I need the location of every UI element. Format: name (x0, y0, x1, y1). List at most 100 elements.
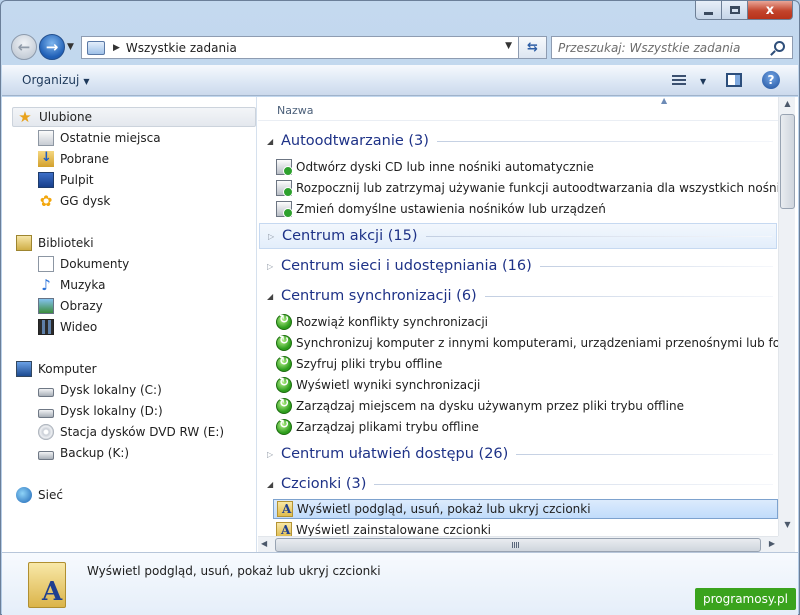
nav-videos[interactable]: Wideo (38, 317, 256, 337)
autoplay-icon (276, 201, 293, 218)
nav-downloads[interactable]: Pobrane (38, 149, 256, 169)
nav-drive-e[interactable]: Stacja dysków DVD RW (E:) (38, 422, 256, 442)
task-item[interactable]: Wyświetl wyniki synchronizacji (273, 375, 778, 395)
breadcrumb-current[interactable]: Wszystkie zadania (126, 41, 237, 55)
documents-icon (38, 256, 54, 272)
nav-desktop[interactable]: Pulpit (38, 170, 256, 190)
sync-icon (276, 333, 292, 351)
nav-pictures[interactable]: Obrazy (38, 296, 256, 316)
navigation-pane: ★ Ulubione Ostatnie miejsca Pobrane Pulp… (2, 97, 257, 552)
group-header-action-center[interactable]: ▷ Centrum akcji (15) (259, 223, 777, 249)
task-label: Zarządzaj plikami trybu offline (296, 420, 479, 434)
forward-arrow-icon: → (45, 38, 59, 56)
nav-label: Ulubione (39, 110, 93, 124)
nav-documents[interactable]: Dokumenty (38, 254, 256, 274)
task-item[interactable]: Odtwórz dyski CD lub inne nośniki automa… (273, 157, 778, 177)
scroll-right-icon[interactable]: ▶ (769, 539, 775, 548)
group-expanded-icon[interactable]: ◢ (267, 137, 277, 146)
search-icon[interactable] (774, 41, 785, 52)
watermark-badge: programosy.pl (695, 588, 796, 610)
address-dropdown-icon[interactable]: ▼ (505, 41, 512, 51)
column-header-name[interactable]: Nazwa (277, 104, 313, 117)
group-collapsed-icon[interactable]: ▷ (267, 262, 277, 271)
nav-label: Pobrane (60, 152, 110, 166)
nav-drive-c[interactable]: Dysk lokalny (C:) (38, 380, 256, 400)
minimize-button[interactable] (695, 1, 722, 20)
group-header-sync-center[interactable]: ◢ Centrum synchronizacji (6) (259, 283, 777, 309)
scroll-up-icon[interactable]: ▲ (781, 99, 794, 113)
task-item[interactable]: Synchronizuj komputer z innymi komputera… (273, 333, 778, 353)
network-globe-icon (16, 487, 32, 503)
refresh-icon: ⇆ (527, 40, 538, 55)
task-item[interactable]: Zarządzaj miejscem na dysku używanym prz… (273, 396, 778, 416)
scroll-down-icon[interactable]: ▼ (781, 520, 794, 534)
back-button[interactable]: ← (11, 34, 37, 60)
group-expanded-icon[interactable]: ◢ (267, 480, 277, 489)
preview-pane-icon[interactable] (726, 73, 742, 87)
column-header[interactable]: Nazwa ▲ (258, 97, 778, 121)
caption-buttons: x (695, 1, 793, 20)
control-panel-icon (87, 40, 105, 55)
group-expanded-icon[interactable]: ◢ (267, 292, 277, 301)
nav-gg-disk[interactable]: ✿ GG dysk (38, 191, 256, 211)
nav-computer[interactable]: Komputer (12, 359, 256, 379)
recent-pages-dropdown-icon[interactable]: ▼ (67, 42, 74, 52)
group-collapsed-icon[interactable]: ▷ (268, 232, 278, 241)
group-collapsed-icon[interactable]: ▷ (267, 450, 277, 459)
task-item[interactable]: Wyświetl zainstalowane czcionki (273, 520, 778, 536)
nav-favorites[interactable]: ★ Ulubione (12, 107, 256, 127)
task-item[interactable]: Rozpocznij lub zatrzymaj używanie funkcj… (273, 178, 778, 198)
sync-icon (276, 354, 292, 372)
computer-icon (16, 361, 32, 377)
address-bar[interactable]: ▶ Wszystkie zadania ▼ (81, 36, 519, 59)
search-input[interactable] (558, 40, 763, 55)
vertical-scrollbar[interactable]: ▲ ▼ (778, 97, 795, 536)
fonts-folder-large-icon (28, 562, 66, 608)
breadcrumb-separator-icon[interactable]: ▶ (113, 43, 120, 53)
horizontal-scrollbar[interactable]: ◀ ▶ (258, 536, 778, 552)
task-item[interactable]: Zarządzaj plikami trybu offline (273, 417, 778, 437)
command-bar: Organizuj ▼ ▼ ? (2, 65, 798, 96)
change-view-button[interactable]: ▼ (669, 71, 709, 91)
fonts-folder-icon (276, 522, 292, 536)
task-item-selected[interactable]: Wyświetl podgląd, usuń, pokaż lub ukryj … (273, 499, 778, 519)
nav-label: Pulpit (60, 173, 94, 187)
nav-drive-d[interactable]: Dysk lokalny (D:) (38, 401, 256, 421)
nav-network[interactable]: Sieć (12, 485, 256, 505)
hard-disk-icon (38, 408, 54, 418)
group-header-fonts[interactable]: ◢ Czcionki (3) (259, 471, 777, 497)
sort-ascending-icon: ▲ (661, 97, 668, 105)
search-box[interactable] (551, 36, 793, 59)
nav-recent-places[interactable]: Ostatnie miejsca (38, 128, 256, 148)
group-header-network-center[interactable]: ▷ Centrum sieci i udostępniania (16) (259, 253, 777, 279)
task-item[interactable]: Rozwiąż konflikty synchronizacji (273, 312, 778, 332)
group-title: Centrum sieci i udostępniania (16) (281, 258, 532, 274)
horizontal-scroll-thumb[interactable] (275, 538, 761, 552)
forward-button[interactable]: → (39, 34, 65, 60)
nav-music[interactable]: ♪ Muzyka (38, 275, 256, 295)
view-dropdown-icon[interactable]: ▼ (700, 77, 706, 86)
help-icon[interactable]: ? (762, 71, 780, 89)
maximize-button[interactable] (722, 1, 748, 20)
nav-label: Ostatnie miejsca (60, 131, 161, 145)
close-button[interactable]: x (748, 1, 793, 20)
nav-libraries[interactable]: Biblioteki (12, 233, 256, 253)
refresh-button[interactable]: ⇆ (519, 36, 547, 59)
nav-drive-k[interactable]: Backup (K:) (38, 443, 256, 463)
minimize-icon (704, 11, 713, 15)
organize-button[interactable]: Organizuj ▼ (22, 73, 89, 87)
group-title: Centrum akcji (15) (282, 228, 418, 244)
scrollbar-corner (778, 536, 795, 552)
task-item[interactable]: Szyfruj pliki trybu offline (273, 354, 778, 374)
group-header-autoplay[interactable]: ◢ Autoodtwarzanie (3) (259, 128, 777, 154)
navigation-row: ← → ▼ ▶ Wszystkie zadania ▼ ⇆ (9, 34, 793, 60)
nav-label: Wideo (60, 320, 98, 334)
star-icon: ★ (18, 108, 32, 126)
task-item[interactable]: Zmień domyślne ustawienia nośników lub u… (273, 199, 778, 219)
scroll-left-icon[interactable]: ◀ (261, 539, 267, 548)
explorer-window: x ← → ▼ ▶ Wszystkie zadania ▼ ⇆ Organizu… (0, 0, 800, 615)
sync-icon (276, 375, 292, 393)
task-label: Szyfruj pliki trybu offline (296, 357, 443, 371)
vertical-scroll-thumb[interactable] (780, 114, 795, 209)
group-header-ease-of-access[interactable]: ▷ Centrum ułatwień dostępu (26) (259, 441, 777, 467)
